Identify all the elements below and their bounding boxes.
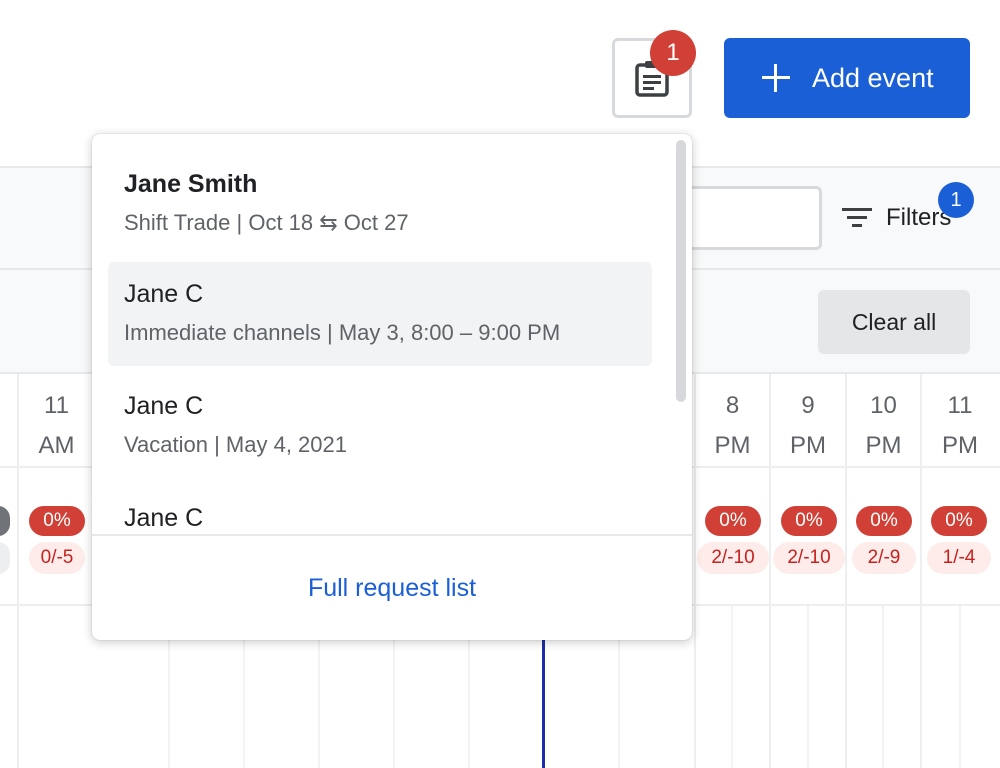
request-employee-name: Jane C xyxy=(124,504,204,532)
request-detail: Shift Trade | Oct 18 ⇆ Oct 27 xyxy=(124,210,409,235)
hour-label: 10 PM xyxy=(865,392,902,459)
filter-icon xyxy=(842,207,872,229)
hour-column[interactable]: 11 AM 0% 0/-5 xyxy=(17,374,94,768)
popover-scrollbar[interactable] xyxy=(676,140,686,402)
staffing-ratio-badge: 2/-10 xyxy=(773,542,845,574)
time-subdivision xyxy=(959,606,961,768)
coverage-badge: 0% xyxy=(781,506,837,536)
add-event-button[interactable]: Add event xyxy=(724,38,970,118)
scheduler-page: 1 Add event Filters 1 Clear all 11 AM 0%… xyxy=(0,0,1000,768)
hour-label: 9 PM xyxy=(790,392,826,459)
coverage-badge: 0% xyxy=(705,506,761,536)
hour-label: 11 PM xyxy=(942,392,978,459)
time-subdivision xyxy=(882,606,884,768)
full-request-list-link[interactable]: Full request list xyxy=(308,574,476,603)
request-detail: Immediate channels | May 3, 8:00 – 9:00 … xyxy=(124,320,561,345)
add-event-label: Add event xyxy=(812,62,934,93)
hour-label: 8 PM xyxy=(714,392,751,459)
filters-count-badge: 1 xyxy=(938,182,974,218)
time-subdivision xyxy=(731,606,733,768)
request-employee-name: Jane Smith xyxy=(124,170,258,198)
clear-all-button[interactable]: Clear all xyxy=(818,290,970,354)
coverage-badge: 0% xyxy=(856,506,912,536)
coverage-badge: 0% xyxy=(931,506,987,536)
request-detail: Vacation | May 4, 2021 xyxy=(124,432,347,457)
request-employee-name: Jane C xyxy=(124,392,204,420)
staffing-ratio-badge: 2/-9 xyxy=(852,542,916,574)
coverage-pill-partial xyxy=(0,506,10,536)
filters-button[interactable]: Filters xyxy=(842,196,951,240)
ratio-pill-partial xyxy=(0,542,10,574)
staffing-ratio-badge: 1/-4 xyxy=(927,542,991,574)
staffing-ratio-badge: 2/-10 xyxy=(697,542,769,574)
request-list[interactable]: Jane Smith Shift Trade | Oct 18 ⇆ Oct 27… xyxy=(92,134,692,534)
request-item[interactable]: Jane Smith Shift Trade | Oct 18 ⇆ Oct 27 xyxy=(108,152,652,256)
requests-popover: Jane Smith Shift Trade | Oct 18 ⇆ Oct 27… xyxy=(92,134,692,640)
request-item[interactable]: Jane C Immediate channels | May 3, 8:00 … xyxy=(108,262,652,366)
staffing-ratio-badge: 0/-5 xyxy=(29,542,85,574)
request-employee-name: Jane C xyxy=(124,280,204,308)
popover-footer: Full request list xyxy=(92,534,692,640)
request-item[interactable]: Jane C xyxy=(108,486,652,534)
requests-count-badge: 1 xyxy=(650,30,696,76)
request-item[interactable]: Jane C Vacation | May 4, 2021 xyxy=(108,374,652,478)
search-input[interactable] xyxy=(680,186,822,250)
hour-label: 11 AM xyxy=(38,392,75,459)
coverage-badge: 0% xyxy=(29,506,85,536)
time-subdivision xyxy=(807,606,809,768)
plus-icon xyxy=(762,64,790,92)
